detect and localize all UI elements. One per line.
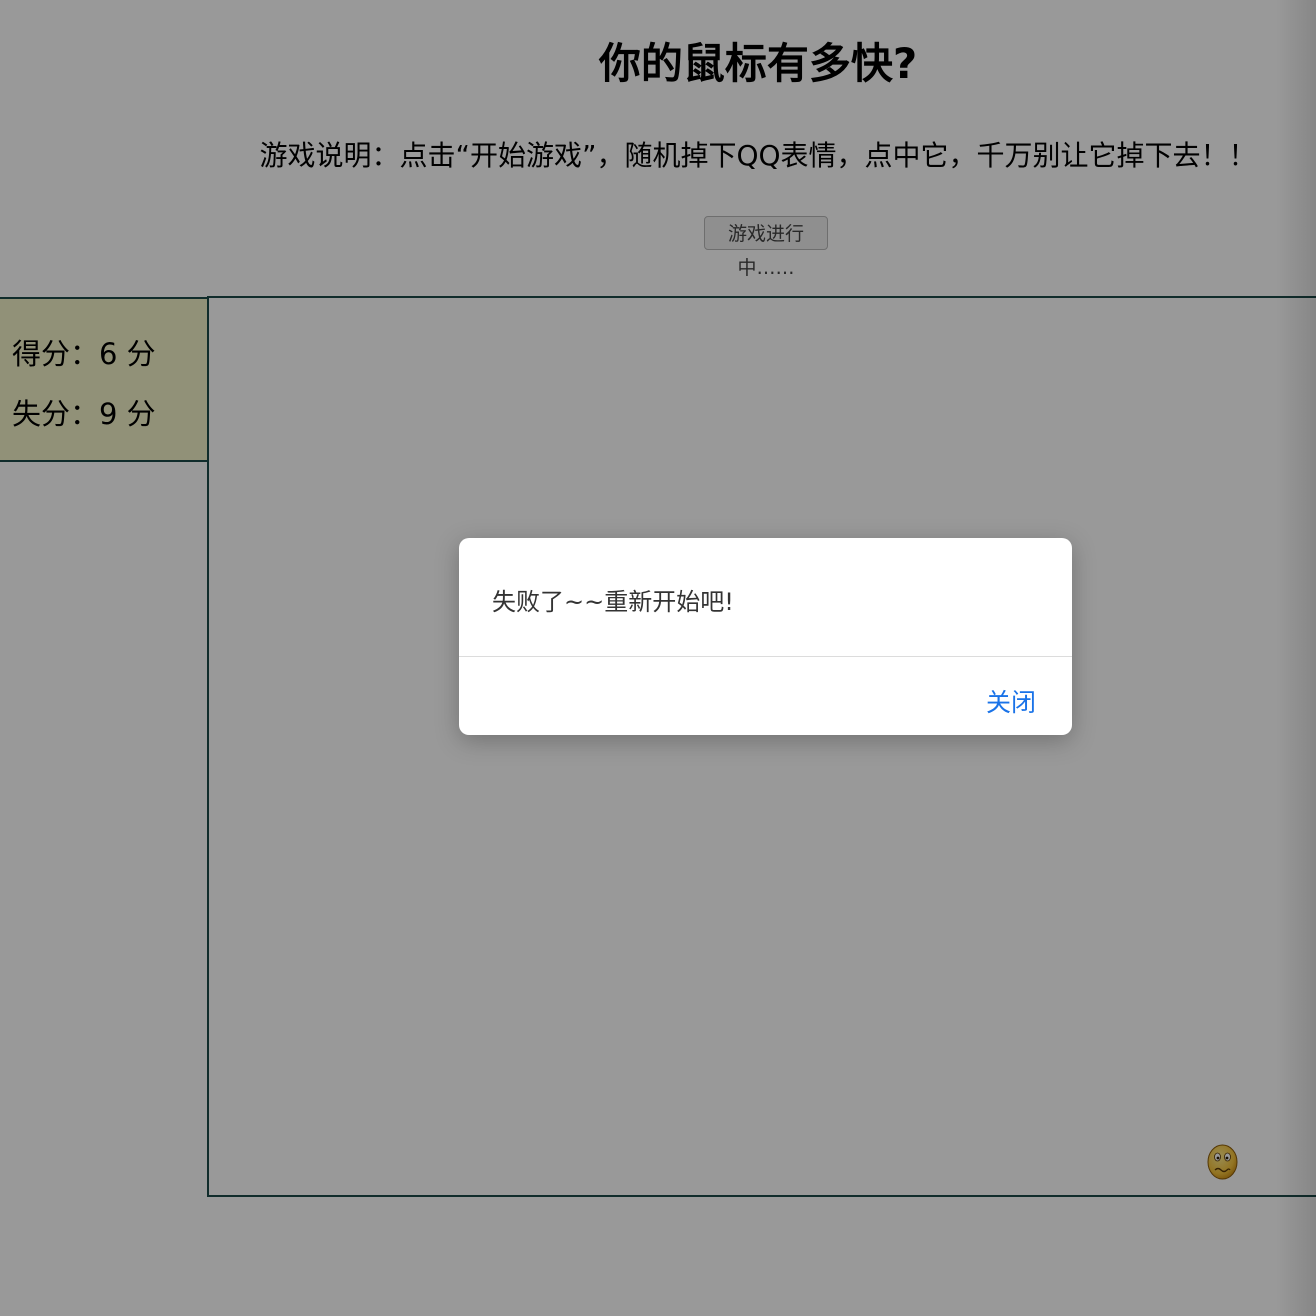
scroll-shade	[1276, 0, 1316, 1316]
close-button[interactable]: 关闭	[986, 683, 1036, 719]
dialog-message: 失败了~~重新开始吧!	[492, 588, 734, 616]
alert-dialog: 失败了~~重新开始吧! 关闭	[459, 538, 1072, 735]
dialog-divider	[459, 656, 1072, 657]
